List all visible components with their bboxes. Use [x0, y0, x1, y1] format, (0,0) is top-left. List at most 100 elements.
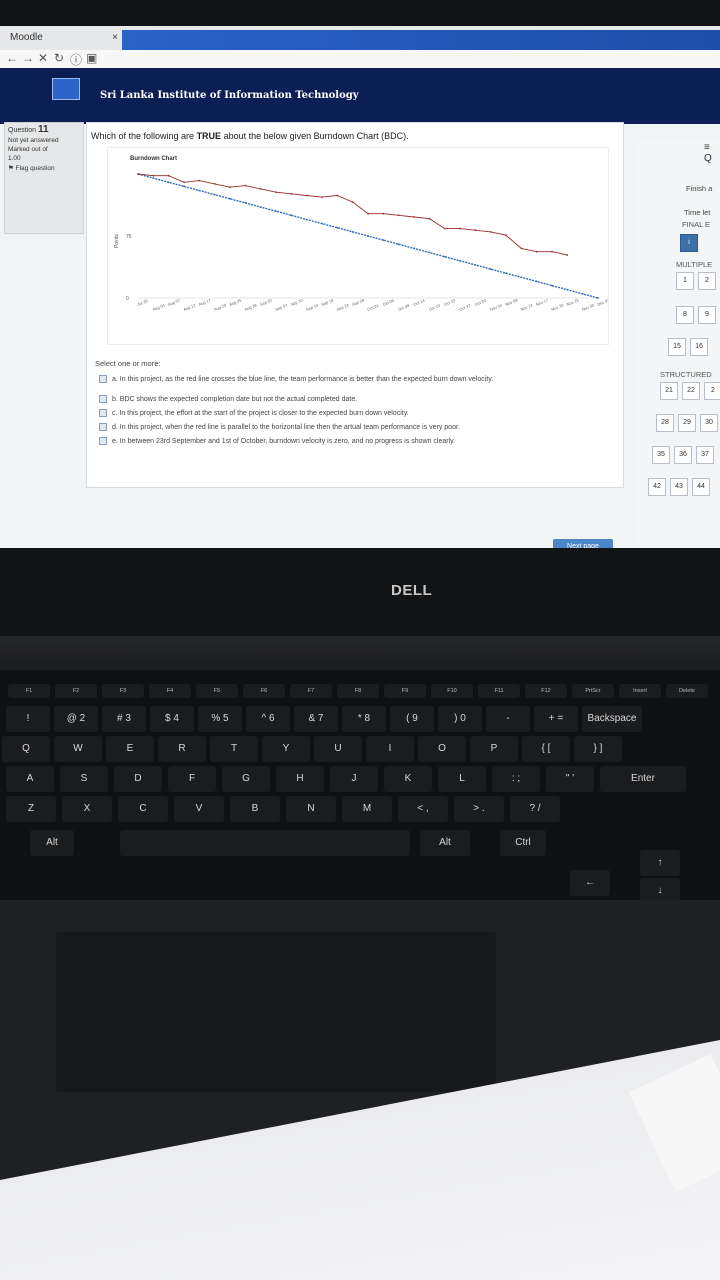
flag-question-link[interactable]: ⚑ Flag question — [5, 163, 83, 173]
key-ctrl[interactable]: Ctrl — [500, 830, 546, 856]
key-y-letter[interactable]: Y — [262, 736, 310, 762]
key-prtscr[interactable]: PrtScr — [572, 684, 614, 698]
key-number-row[interactable]: ^ 6 — [246, 706, 290, 732]
key-number-row[interactable]: ! — [6, 706, 50, 732]
question-nav-43[interactable]: 43 — [670, 478, 688, 496]
key-arrow-up[interactable]: ↑ — [640, 850, 680, 876]
key-f6[interactable]: F6 — [243, 684, 285, 698]
question-nav-15[interactable]: 15 — [668, 338, 686, 356]
key-f[interactable]: F — [168, 766, 216, 792]
key-number-row[interactable]: % 5 — [198, 706, 242, 732]
key-delete[interactable]: Delete — [666, 684, 708, 698]
key-z[interactable]: Z — [6, 796, 56, 822]
option-a[interactable]: a. In this project, as the red line cros… — [99, 375, 599, 383]
key-number-row[interactable]: $ 4 — [150, 706, 194, 732]
key-f7[interactable]: F7 — [290, 684, 332, 698]
question-nav-21[interactable]: 21 — [660, 382, 678, 400]
option-a-checkbox[interactable] — [99, 375, 107, 383]
question-nav-9[interactable]: 9 — [698, 306, 716, 324]
option-d-checkbox[interactable] — [99, 423, 107, 431]
key-x[interactable]: X — [62, 796, 112, 822]
question-nav-29[interactable]: 29 — [678, 414, 696, 432]
key-number-row[interactable]: & 7 — [294, 706, 338, 732]
key-p-letter[interactable]: P — [470, 736, 518, 762]
key-b[interactable]: B — [230, 796, 280, 822]
key-arrow-left[interactable]: ← — [570, 870, 610, 896]
key-l[interactable]: L — [438, 766, 486, 792]
key-f2[interactable]: F2 — [55, 684, 97, 698]
key-f1[interactable]: F1 — [8, 684, 50, 698]
key-s[interactable]: S — [60, 766, 108, 792]
key-d[interactable]: D — [114, 766, 162, 792]
question-nav-44[interactable]: 44 — [692, 478, 710, 496]
key-c[interactable]: C — [118, 796, 168, 822]
key-u-letter[interactable]: U — [314, 736, 362, 762]
key-f9[interactable]: F9 — [384, 684, 426, 698]
key-insert[interactable]: Insert — [619, 684, 661, 698]
question-nav-37[interactable]: 37 — [696, 446, 714, 464]
option-c[interactable]: c. In this project, the effort at the st… — [99, 409, 599, 417]
key-r-letter[interactable]: R — [158, 736, 206, 762]
question-nav-42[interactable]: 42 — [648, 478, 666, 496]
key-k[interactable]: K — [384, 766, 432, 792]
key-number-row[interactable]: @ 2 — [54, 706, 98, 732]
key-m[interactable]: M — [342, 796, 392, 822]
tab-moodle[interactable]: Moodle × — [10, 28, 120, 48]
key-w-letter[interactable]: W — [54, 736, 102, 762]
stop-icon[interactable]: ✕ — [38, 51, 48, 65]
key-number-row[interactable]: - — [486, 706, 530, 732]
bookmark-icon[interactable]: ▣ — [86, 51, 97, 65]
question-nav-23[interactable]: 2 — [704, 382, 720, 400]
menu-search-icon[interactable]: ≡ Q — [704, 142, 720, 164]
key-f4[interactable]: F4 — [149, 684, 191, 698]
option-b-checkbox[interactable] — [99, 395, 107, 403]
key-o-letter[interactable]: O — [418, 736, 466, 762]
key-number-row[interactable]: # 3 — [102, 706, 146, 732]
forward-icon[interactable]: → — [22, 51, 34, 65]
key-symbol[interactable]: ? / — [510, 796, 560, 822]
option-e[interactable]: e. In between 23rd September and 1st of … — [99, 437, 599, 445]
key--letter[interactable]: } ] — [574, 736, 622, 762]
option-e-checkbox[interactable] — [99, 437, 107, 445]
key-alt[interactable]: Alt — [420, 830, 470, 856]
key-g[interactable]: G — [222, 766, 270, 792]
question-nav-30[interactable]: 30 — [700, 414, 718, 432]
key-symbol[interactable]: Enter — [600, 766, 686, 792]
option-d[interactable]: d. In this project, when the red line is… — [99, 423, 599, 431]
key-number-row[interactable]: ) 0 — [438, 706, 482, 732]
question-nav-16[interactable]: 16 — [690, 338, 708, 356]
key-v[interactable]: V — [174, 796, 224, 822]
key-number-row[interactable]: ( 9 — [390, 706, 434, 732]
key-n[interactable]: N — [286, 796, 336, 822]
tab-close-icon[interactable]: × — [112, 28, 118, 48]
key-f5[interactable]: F5 — [196, 684, 238, 698]
key-number-row[interactable]: + = — [534, 706, 578, 732]
question-nav-8[interactable]: 8 — [676, 306, 694, 324]
question-nav-28[interactable]: 28 — [656, 414, 674, 432]
info-icon[interactable]: ⓘ — [70, 51, 82, 68]
key-number-row[interactable]: * 8 — [342, 706, 386, 732]
key-number-row[interactable]: Backspace — [582, 706, 642, 732]
key-symbol[interactable]: > . — [454, 796, 504, 822]
key-alt[interactable]: Alt — [30, 830, 74, 856]
key-f12[interactable]: F12 — [525, 684, 567, 698]
key-symbol[interactable]: < , — [398, 796, 448, 822]
question-nav-1[interactable]: 1 — [676, 272, 694, 290]
finish-attempt-link[interactable]: Finish a — [686, 184, 712, 193]
key-e-letter[interactable]: E — [106, 736, 154, 762]
option-b[interactable]: b. BDC shows the expected completion dat… — [99, 395, 599, 403]
key-j[interactable]: J — [330, 766, 378, 792]
key-f11[interactable]: F11 — [478, 684, 520, 698]
question-nav-2[interactable]: 2 — [698, 272, 716, 290]
key-f3[interactable]: F3 — [102, 684, 144, 698]
key-symbol[interactable]: " ' — [546, 766, 594, 792]
info-nav-button[interactable]: i — [680, 234, 698, 252]
key-i-letter[interactable]: I — [366, 736, 414, 762]
spacebar-key[interactable] — [120, 830, 410, 856]
key-t-letter[interactable]: T — [210, 736, 258, 762]
key-q-letter[interactable]: Q — [2, 736, 50, 762]
option-c-checkbox[interactable] — [99, 409, 107, 417]
reload-icon[interactable]: ↻ — [54, 51, 64, 65]
key-symbol[interactable]: : ; — [492, 766, 540, 792]
question-nav-35[interactable]: 35 — [652, 446, 670, 464]
